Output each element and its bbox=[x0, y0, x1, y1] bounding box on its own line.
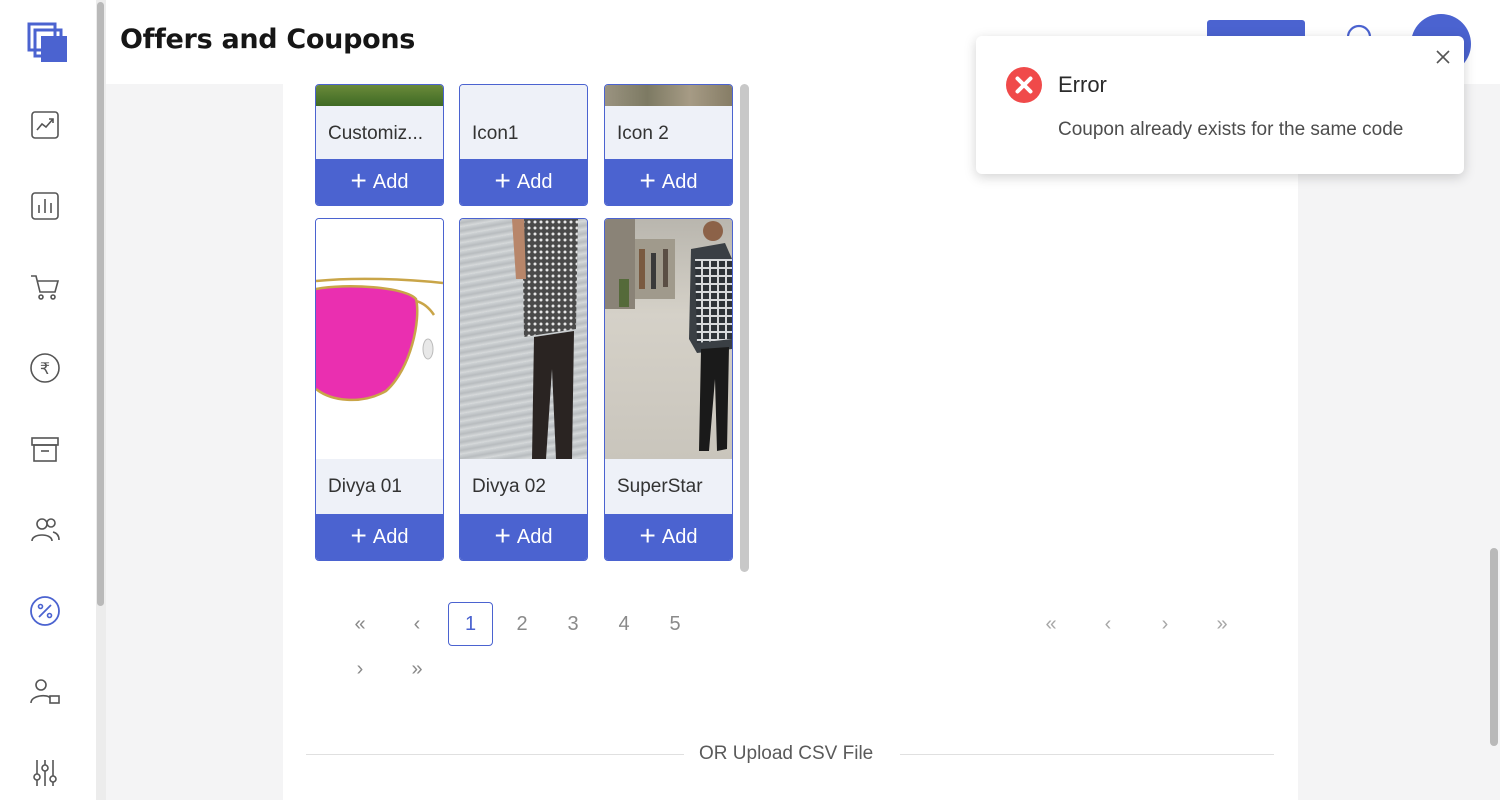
sidebar-item-inventory[interactable] bbox=[26, 430, 64, 468]
product-name: Icon1 bbox=[472, 123, 519, 144]
product-card: Divya 01 + Add bbox=[315, 218, 444, 561]
pagination-page-3[interactable]: 3 bbox=[558, 602, 588, 646]
sunglasses-image bbox=[316, 277, 443, 402]
add-product-button[interactable]: + Add bbox=[316, 159, 443, 205]
sidebar-item-payments[interactable]: ₹ bbox=[26, 349, 64, 387]
sidebar-item-analytics[interactable] bbox=[26, 106, 64, 144]
page-scrollbar-thumb[interactable] bbox=[1490, 548, 1498, 746]
plus-icon: + bbox=[639, 164, 656, 196]
product-card: Customiz... + Add bbox=[315, 84, 444, 206]
app-logo-icon[interactable] bbox=[27, 22, 69, 64]
product-image bbox=[316, 219, 443, 459]
sidebar-item-settings[interactable] bbox=[26, 754, 64, 792]
page-title: Offers and Coupons bbox=[120, 24, 416, 55]
toast-message: Coupon already exists for the same code bbox=[1058, 119, 1404, 140]
sidebar-item-staff[interactable] bbox=[26, 673, 64, 711]
archive-icon bbox=[31, 437, 59, 462]
add-label: Add bbox=[516, 170, 553, 193]
model-photo-image bbox=[605, 219, 732, 451]
product-grid-scrollbar[interactable] bbox=[740, 84, 749, 572]
product-image bbox=[605, 85, 732, 106]
pagination-prev-button[interactable]: ‹ bbox=[1093, 602, 1123, 646]
add-label: Add bbox=[661, 525, 698, 548]
add-product-button[interactable]: + Add bbox=[460, 514, 587, 560]
product-card: SuperStar + Add bbox=[604, 218, 733, 561]
pagination-prev-button[interactable]: ‹ bbox=[402, 602, 432, 646]
divider-right bbox=[900, 754, 1274, 755]
trend-chart-icon bbox=[31, 111, 59, 139]
sidebar-item-reports[interactable] bbox=[26, 187, 64, 225]
pagination-first-button[interactable]: « bbox=[345, 602, 375, 646]
sidebar-item-orders[interactable] bbox=[26, 268, 64, 306]
product-name: Divya 02 bbox=[472, 476, 546, 497]
toast-title: Error bbox=[1058, 72, 1107, 97]
percent-icon bbox=[30, 596, 60, 626]
product-name: Divya 01 bbox=[328, 476, 402, 497]
add-label: Add bbox=[661, 170, 698, 193]
sidebar-item-customers[interactable] bbox=[26, 511, 64, 549]
user-card-icon bbox=[30, 679, 60, 704]
pagination-next-button[interactable]: › bbox=[345, 647, 375, 691]
users-icon bbox=[31, 518, 60, 542]
plus-icon: + bbox=[350, 164, 367, 196]
add-product-button[interactable]: + Add bbox=[316, 514, 443, 560]
add-label: Add bbox=[372, 170, 409, 193]
pagination-page-2[interactable]: 2 bbox=[507, 602, 537, 646]
pagination-page-1[interactable]: 1 bbox=[448, 602, 493, 646]
add-product-button[interactable]: + Add bbox=[460, 159, 587, 205]
error-icon bbox=[1006, 67, 1042, 103]
bar-chart-icon bbox=[31, 192, 59, 220]
product-card: Icon 2 + Add bbox=[604, 84, 733, 206]
plus-icon: + bbox=[350, 519, 367, 551]
product-image bbox=[316, 85, 443, 106]
product-image bbox=[460, 219, 587, 459]
product-image bbox=[460, 85, 587, 106]
error-toast: Error Coupon already exists for the same… bbox=[976, 36, 1464, 174]
sidebar: ₹ bbox=[0, 0, 96, 800]
pagination-last-button[interactable]: » bbox=[402, 647, 432, 691]
add-label: Add bbox=[516, 525, 553, 548]
product-name: Customiz... bbox=[328, 123, 424, 144]
product-image bbox=[605, 219, 732, 459]
plus-icon: + bbox=[494, 519, 511, 551]
add-product-button[interactable]: + Add bbox=[605, 159, 732, 205]
product-name: SuperStar bbox=[617, 476, 703, 497]
rupee-icon: ₹ bbox=[30, 353, 60, 383]
add-label: Add bbox=[372, 525, 409, 548]
pagination-last-button[interactable]: » bbox=[1207, 602, 1237, 646]
plus-icon: + bbox=[639, 519, 656, 551]
cart-icon bbox=[31, 275, 60, 300]
product-card: Divya 02 + Add bbox=[459, 218, 588, 561]
sliders-icon bbox=[33, 760, 57, 786]
product-name: Icon 2 bbox=[617, 123, 669, 144]
pagination-page-4[interactable]: 4 bbox=[609, 602, 639, 646]
upload-csv-divider-text: OR Upload CSV File bbox=[699, 743, 874, 764]
pagination-first-button[interactable]: « bbox=[1036, 602, 1066, 646]
svg-text:₹: ₹ bbox=[40, 359, 50, 378]
product-card: Icon1 + Add bbox=[459, 84, 588, 206]
close-icon[interactable] bbox=[1434, 48, 1452, 66]
sidebar-scrollbar-thumb[interactable] bbox=[97, 2, 104, 606]
divider-left bbox=[306, 754, 684, 755]
sidebar-item-offers[interactable] bbox=[26, 592, 64, 630]
pagination-next-button[interactable]: › bbox=[1150, 602, 1180, 646]
model-photo-image bbox=[512, 219, 578, 459]
plus-icon: + bbox=[494, 164, 511, 196]
pagination-page-5[interactable]: 5 bbox=[660, 602, 690, 646]
add-product-button[interactable]: + Add bbox=[605, 514, 732, 560]
